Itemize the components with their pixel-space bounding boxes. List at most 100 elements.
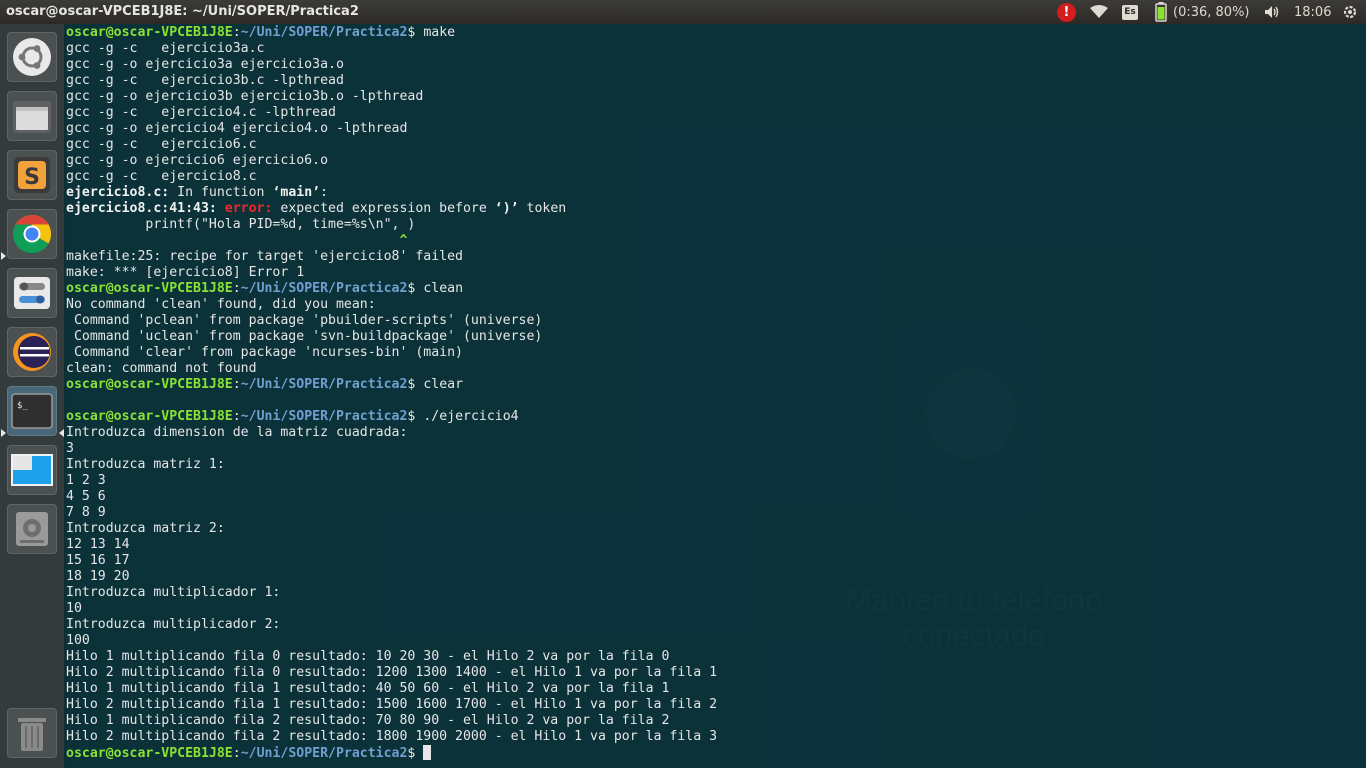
terminal-line: Hilo 1 multiplicando fila 2 resultado: 7…	[66, 713, 717, 729]
prompt-dollar: $	[407, 25, 424, 40]
launcher: S $_	[0, 24, 65, 768]
error-file: ejercicio8.c:	[66, 185, 170, 200]
terminal-line: Command 'uclean' from package 'svn-build…	[66, 329, 717, 345]
terminal-line: No command 'clean' found, did you mean:	[66, 297, 717, 313]
terminal-line: 3	[66, 441, 717, 457]
terminal-line: gcc -g -c ejercicio4.c -lpthread	[66, 105, 717, 121]
terminal-line: gcc -g -o ejercicio4 ejercicio4.o -lpthr…	[66, 121, 717, 137]
ubuntu-logo-icon	[13, 38, 51, 76]
output-text: makefile:25: recipe for target 'ejercici…	[66, 249, 463, 264]
terminal-line: printf("Hola PID=%d, time=%s\n", )	[66, 217, 717, 233]
prompt-separator: :	[232, 281, 241, 296]
launcher-terminal[interactable]: $_	[7, 386, 57, 436]
volume-indicator[interactable]	[1264, 0, 1280, 24]
output-text: Hilo 1 multiplicando fila 0 resultado: 1…	[66, 649, 670, 664]
terminal-line: 18 19 20	[66, 569, 717, 585]
wifi-icon	[1090, 5, 1108, 18]
power-gear-icon	[1343, 5, 1357, 19]
terminal-line: Introduzca dimension de la matriz cuadra…	[66, 425, 717, 441]
launcher-disk[interactable]	[7, 504, 57, 554]
workspace-icon	[11, 454, 53, 486]
terminal-line: gcc -g -c ejercicio3b.c -lpthread	[66, 73, 717, 89]
output-text: make: *** [ejercicio8] Error 1	[66, 265, 305, 280]
terminal-line: ^	[66, 233, 717, 249]
terminal-line: Hilo 2 multiplicando fila 2 resultado: 1…	[66, 729, 717, 745]
prompt-path: ~/Uni/SOPER/Practica2	[240, 25, 408, 40]
terminal-line: oscar@oscar-VPCEB1J8E:~/Uni/SOPER/Practi…	[66, 281, 717, 297]
launcher-trash[interactable]	[7, 708, 57, 758]
error-label: error:	[216, 201, 273, 216]
terminal-line: Introduzca matriz 1:	[66, 457, 717, 473]
prompt-command: clean	[423, 281, 464, 296]
error-location: ejercicio8.c:41:43:	[66, 201, 217, 216]
output-text: gcc -g -c ejercicio8.c	[66, 169, 257, 184]
output-text: Hilo 2 multiplicando fila 0 resultado: 1…	[66, 665, 718, 680]
output-text: 3	[66, 441, 74, 456]
launcher-workspaces[interactable]	[7, 445, 57, 495]
alert-indicator[interactable]: !	[1057, 0, 1076, 24]
prompt-user: oscar@oscar-VPCEB1J8E	[66, 409, 233, 424]
terminal-window[interactable]: oscar@oscar-VPCEB1J8E:~/Uni/SOPER/Practi…	[64, 24, 1366, 768]
output-text: :	[320, 185, 329, 200]
running-indicator	[1, 252, 6, 260]
error-token: ‘)’	[494, 201, 519, 216]
sublime-text-icon: S	[14, 157, 50, 193]
terminal-line: 12 13 14	[66, 537, 717, 553]
terminal-line: 1 2 3	[66, 473, 717, 489]
terminal-line: 15 16 17	[66, 553, 717, 569]
output-text: Introduzca dimension de la matriz cuadra…	[66, 425, 408, 440]
eclipse-icon	[13, 333, 51, 371]
terminal-line: ejercicio8.c: In function ‘main’:	[66, 185, 717, 201]
launcher-files[interactable]	[7, 91, 57, 141]
launcher-sublime-text[interactable]: S	[7, 150, 57, 200]
launcher-system-settings[interactable]	[7, 268, 57, 318]
chrome-icon	[12, 214, 52, 254]
output-text: 15 16 17	[66, 553, 130, 568]
output-text: 4 5 6	[66, 489, 106, 504]
files-icon	[13, 101, 51, 133]
prompt-separator: :	[232, 377, 241, 392]
launcher-eclipse[interactable]	[7, 327, 57, 377]
battery-indicator[interactable]: (0:36, 80%)	[1155, 0, 1250, 24]
network-indicator[interactable]	[1090, 0, 1108, 24]
terminal-line: 100	[66, 633, 717, 649]
trash-icon	[18, 718, 46, 751]
terminal-line: gcc -g -o ejercicio6 ejercicio6.o	[66, 153, 717, 169]
disk-icon	[16, 512, 48, 546]
prompt-separator: :	[232, 746, 241, 761]
terminal-line: oscar@oscar-VPCEB1J8E:~/Uni/SOPER/Practi…	[66, 377, 717, 393]
terminal-line: Hilo 2 multiplicando fila 1 resultado: 1…	[66, 697, 717, 713]
error-message: token	[518, 201, 567, 216]
alert-icon: !	[1057, 2, 1076, 22]
launcher-dash-home[interactable]	[7, 32, 57, 82]
function-name: ‘main’	[272, 185, 321, 200]
prompt-path: ~/Uni/SOPER/Practica2	[240, 746, 408, 761]
terminal-line: 4 5 6	[66, 489, 717, 505]
error-message: expected expression before	[272, 201, 495, 216]
prompt-user: oscar@oscar-VPCEB1J8E	[66, 25, 233, 40]
launcher-chrome[interactable]	[7, 209, 57, 259]
svg-text:$_: $_	[17, 401, 28, 411]
terminal-line: gcc -g -o ejercicio3a ejercicio3a.o	[66, 57, 717, 73]
window-title: oscar@oscar-VPCEB1J8E: ~/Uni/SOPER/Pract…	[6, 4, 359, 19]
output-text: 100	[66, 633, 90, 648]
output-text: Introduzca matriz 2:	[66, 521, 225, 536]
session-menu[interactable]	[1342, 0, 1358, 24]
output-text: gcc -g -c ejercicio6.c	[66, 137, 257, 152]
terminal-output[interactable]: oscar@oscar-VPCEB1J8E:~/Uni/SOPER/Practi…	[66, 25, 717, 761]
terminal-line: oscar@oscar-VPCEB1J8E:~/Uni/SOPER/Practi…	[66, 25, 717, 41]
prompt-path: ~/Uni/SOPER/Practica2	[240, 409, 408, 424]
settings-toggle-icon	[14, 277, 50, 309]
terminal-line: Introduzca multiplicador 2:	[66, 617, 717, 633]
terminal-line: makefile:25: recipe for target 'ejercici…	[66, 249, 717, 265]
terminal-line: make: *** [ejercicio8] Error 1	[66, 265, 717, 281]
clock[interactable]: 18:06	[1294, 0, 1331, 24]
output-text: gcc -g -o ejercicio6 ejercicio6.o	[66, 153, 329, 168]
keyboard-indicator[interactable]: Es	[1122, 0, 1138, 24]
prompt-user: oscar@oscar-VPCEB1J8E	[66, 377, 233, 392]
output-text: gcc -g -o ejercicio4 ejercicio4.o -lpthr…	[66, 121, 408, 136]
terminal-line: Command 'clear' from package 'ncurses-bi…	[66, 345, 717, 361]
terminal-icon: $_	[11, 393, 53, 429]
volume-icon	[1265, 6, 1279, 18]
